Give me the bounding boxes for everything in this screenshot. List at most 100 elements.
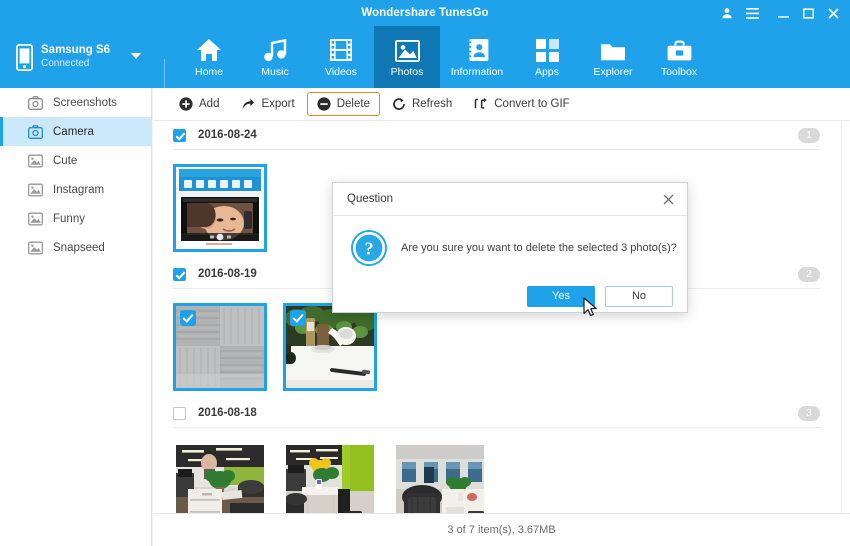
group-count-badge: 2 [798, 267, 820, 282]
nav-items: Home Music Videos Photos [176, 26, 712, 88]
film-icon [330, 36, 352, 62]
photo-thumb-office-desks[interactable] [173, 442, 267, 513]
album-sidebar: Screenshots Camera Cute In [0, 88, 152, 546]
convert-to-gif-button[interactable]: Convert to GIF [464, 92, 579, 116]
group-checkbox[interactable] [173, 268, 186, 281]
dialog-yes-button[interactable]: Yes [527, 286, 595, 307]
group-count-badge: 3 [798, 406, 820, 421]
title-bar: Wondershare TunesGo [0, 0, 850, 26]
photo-image [396, 445, 484, 513]
photo-thumb-office-green-wall[interactable] [283, 442, 377, 513]
refresh-icon [392, 97, 406, 111]
group-date: 2016-08-24 [198, 129, 257, 141]
nav-label-photos: Photos [391, 66, 424, 78]
thumb-row [153, 428, 850, 513]
window-controls [716, 0, 844, 26]
menu-icon[interactable] [741, 2, 763, 24]
delete-label: Delete [337, 98, 370, 110]
sidebar-item-funny[interactable]: Funny [0, 204, 151, 233]
sidebar-label-cute: Cute [53, 155, 77, 167]
nav-label-toolbox: Toolbox [661, 66, 697, 78]
refresh-label: Refresh [412, 98, 452, 110]
content-scrollbar[interactable] [841, 121, 850, 513]
nav-item-music[interactable]: Music [242, 26, 308, 88]
convert-gif-icon [474, 97, 488, 111]
nav-label-information: Information [451, 66, 504, 78]
maximize-button[interactable] [797, 2, 819, 24]
add-button[interactable]: Add [169, 92, 229, 116]
nav-item-home[interactable]: Home [176, 26, 242, 88]
photo-icon [395, 36, 420, 62]
sidebar-item-cute[interactable]: Cute [0, 146, 151, 175]
nav-label-videos: Videos [325, 66, 357, 78]
photo-thumb-office-window[interactable] [393, 442, 487, 513]
apps-grid-icon [536, 36, 559, 62]
nav-label-home: Home [195, 66, 223, 78]
nav-label-explorer: Explorer [593, 66, 632, 78]
photo-selected-check-icon [180, 310, 196, 326]
group-date: 2016-08-18 [198, 407, 257, 419]
sidebar-label-snapseed: Snapseed [53, 242, 105, 254]
music-note-icon [263, 36, 287, 62]
image-icon [28, 183, 43, 197]
photo-grid: 2016-08-24 1 [153, 121, 850, 513]
camera-icon [28, 96, 43, 110]
sidebar-item-screenshots[interactable]: Screenshots [0, 88, 151, 117]
nav-item-toolbox[interactable]: Toolbox [646, 26, 712, 88]
dialog-no-button[interactable]: No [605, 286, 673, 307]
dialog-footer: Yes No [333, 280, 687, 312]
svg-text:?: ? [365, 239, 374, 259]
sidebar-item-camera[interactable]: Camera [0, 117, 151, 146]
nav-item-information[interactable]: Information [440, 26, 514, 88]
group-checkbox[interactable] [173, 129, 186, 142]
photo-image [176, 445, 264, 513]
group-checkbox[interactable] [173, 407, 186, 420]
delete-button[interactable]: Delete [307, 92, 380, 116]
dialog-message: Are you sure you want to delete the sele… [401, 242, 677, 254]
group-header: 2016-08-18 3 [173, 399, 820, 428]
sidebar-item-snapseed[interactable]: Snapseed [0, 233, 151, 262]
minimize-button[interactable] [772, 2, 794, 24]
close-button[interactable] [822, 2, 844, 24]
image-icon [28, 154, 43, 168]
device-name: Samsung S6 [41, 43, 110, 57]
chevron-down-icon[interactable] [131, 53, 141, 59]
folder-icon [600, 36, 626, 62]
nav-item-apps[interactable]: Apps [514, 26, 580, 88]
minus-circle-icon [317, 97, 331, 111]
convert-to-gif-label: Convert to GIF [494, 98, 569, 110]
dialog-title: Question [347, 193, 393, 205]
camera-icon [28, 125, 43, 139]
group-count-badge: 1 [798, 128, 820, 143]
dialog-header: Question [333, 183, 687, 216]
refresh-button[interactable]: Refresh [382, 92, 462, 116]
tunesgo-window: Wondershare TunesGo [0, 0, 850, 546]
image-icon [28, 212, 43, 226]
plus-circle-icon [179, 97, 193, 111]
device-status: Connected [41, 58, 110, 71]
export-button[interactable]: Export [231, 92, 304, 116]
nav-item-videos[interactable]: Videos [308, 26, 374, 88]
nav-item-photos[interactable]: Photos [374, 26, 440, 88]
nav-label-apps: Apps [535, 66, 559, 78]
sidebar-item-instagram[interactable]: Instagram [0, 175, 151, 204]
phone-icon [16, 44, 33, 71]
confirm-delete-dialog: Question ? Are you sure you want to dele… [332, 182, 688, 313]
toolbox-icon [667, 36, 692, 62]
sidebar-label-screenshots: Screenshots [53, 97, 117, 109]
sidebar-label-funny: Funny [53, 213, 85, 225]
nav-label-music: Music [261, 66, 288, 78]
photo-image [286, 445, 374, 513]
photo-thumb-desk-plants[interactable] [283, 303, 377, 391]
main-navbar: Samsung S6 Connected Home Music [0, 26, 850, 88]
photo-thumb-video-player-child[interactable] [173, 164, 267, 252]
close-icon[interactable] [659, 190, 677, 208]
status-bar: 3 of 7 item(s), 3.67MB [153, 513, 850, 546]
photo-selected-check-icon [290, 310, 306, 326]
account-icon[interactable] [716, 2, 738, 24]
add-label: Add [199, 98, 219, 110]
photo-thumb-carpet-texture[interactable] [173, 303, 267, 391]
group-header: 2016-08-24 1 [173, 121, 820, 150]
nav-item-explorer[interactable]: Explorer [580, 26, 646, 88]
image-icon [28, 241, 43, 255]
